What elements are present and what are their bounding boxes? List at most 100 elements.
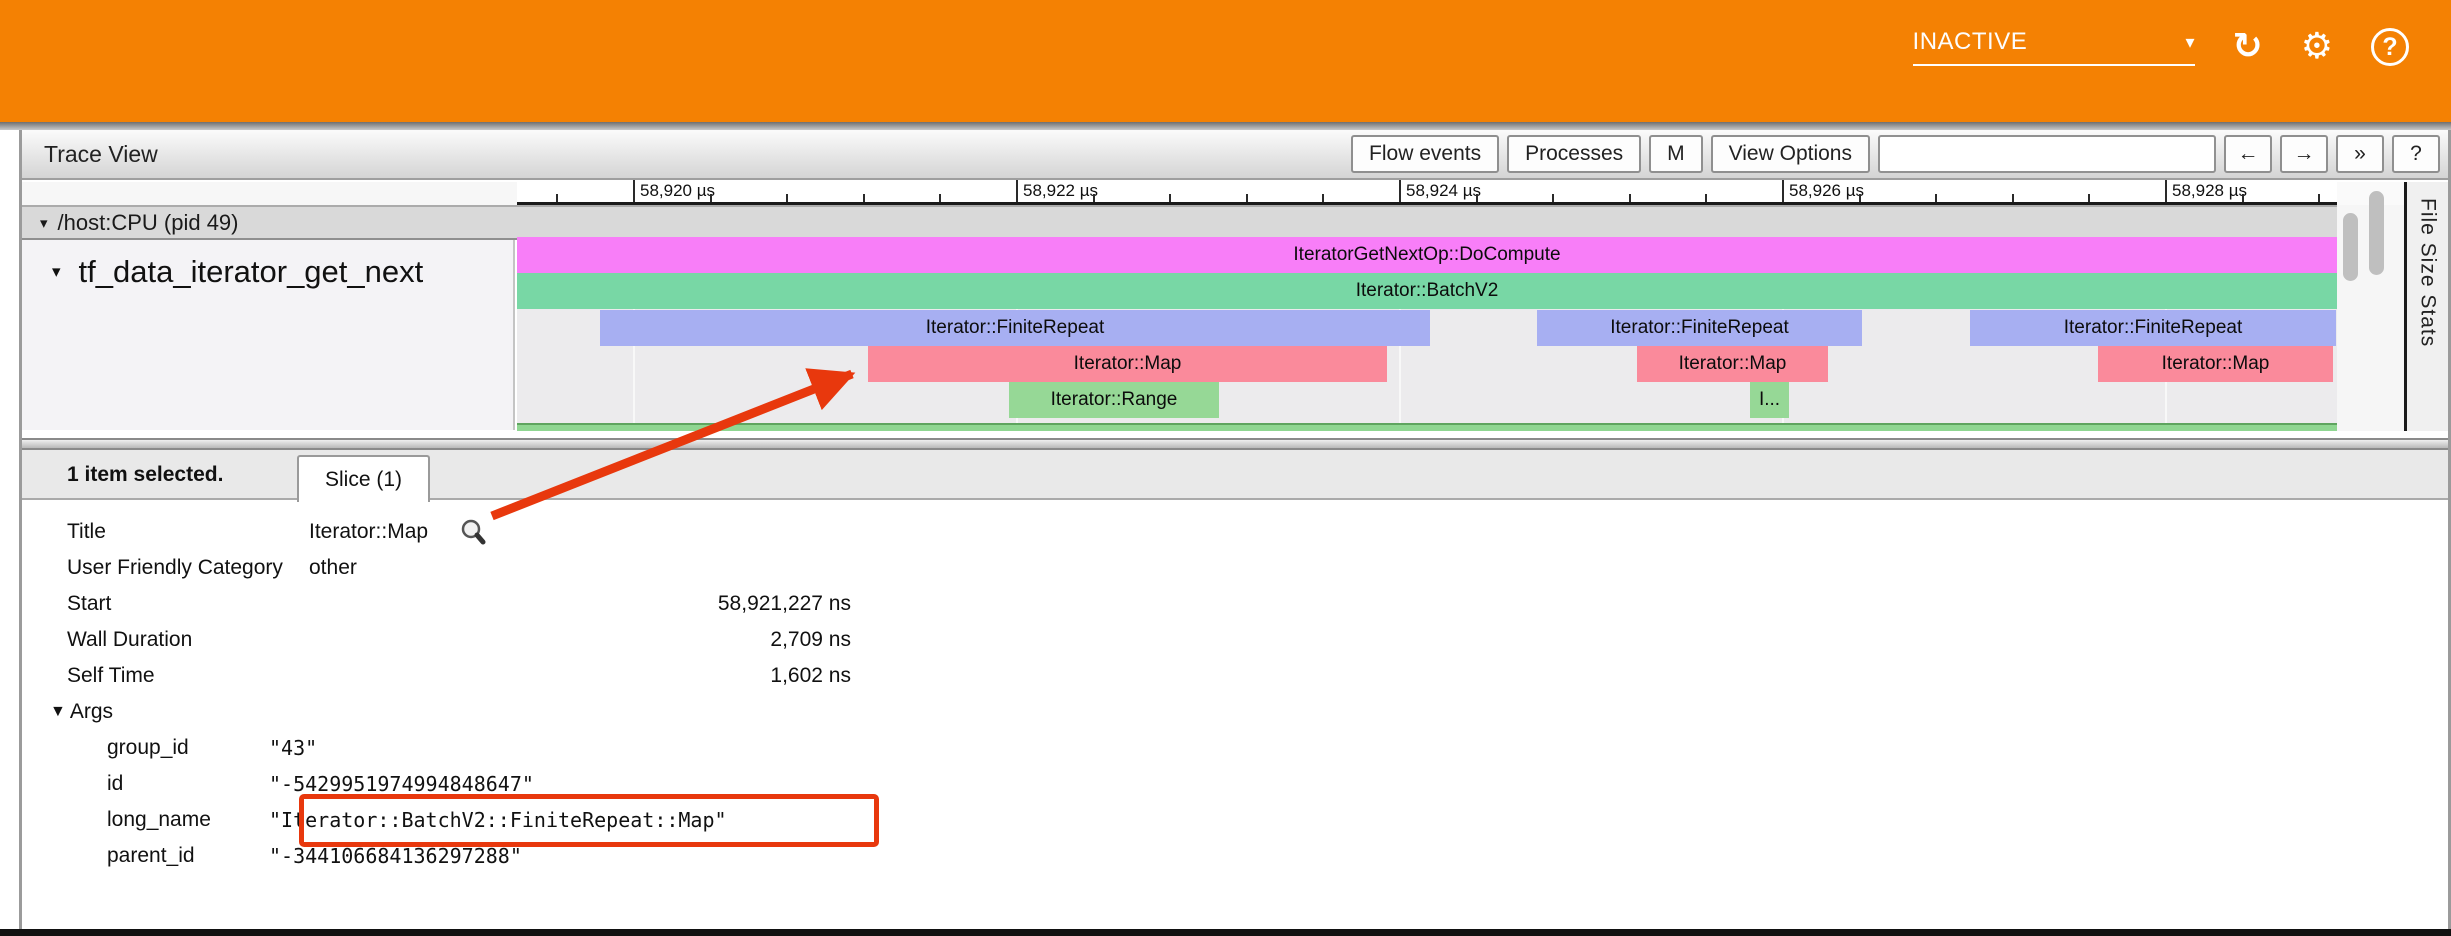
ruler-minor-tick bbox=[1169, 194, 1171, 202]
gear-icon[interactable]: ⚙ bbox=[2301, 29, 2333, 65]
ruler-minor-tick bbox=[863, 194, 865, 202]
help-icon[interactable]: ? bbox=[2371, 28, 2409, 66]
capture-status-value: INACTIVE bbox=[1913, 28, 2028, 56]
trace-slice[interactable]: Iterator::BatchV2 bbox=[517, 273, 2337, 309]
ruler-major-tick bbox=[633, 180, 635, 205]
ruler-minor-tick bbox=[939, 194, 941, 202]
detail-row-wall-duration: Wall Duration 2,709 ns bbox=[22, 622, 2448, 658]
ruler-major-tick bbox=[2165, 180, 2167, 205]
ruler-minor-tick bbox=[710, 194, 712, 202]
ruler-minor-tick bbox=[1859, 194, 1861, 202]
ruler-minor-tick bbox=[2318, 194, 2320, 202]
shortcuts-help-button[interactable]: ? bbox=[2392, 135, 2440, 173]
find-next-button[interactable]: → bbox=[2280, 135, 2328, 173]
vertical-scrollbar-thumb[interactable] bbox=[2343, 213, 2358, 281]
find-input[interactable] bbox=[1878, 135, 2216, 173]
clipped-next-row-strip bbox=[517, 423, 2337, 431]
arg-key: id bbox=[22, 772, 269, 796]
trace-slice[interactable]: I... bbox=[1750, 382, 1789, 418]
ruler-tick-label: 58,928 µs bbox=[2172, 181, 2247, 201]
view-options-button[interactable]: View Options bbox=[1711, 135, 1870, 173]
detail-label: Start bbox=[22, 592, 309, 616]
thread-track-label: ▾ tf_data_iterator_get_next bbox=[52, 254, 513, 290]
process-track-header[interactable]: ▾ /host:CPU (pid 49) X bbox=[22, 205, 2404, 240]
trace-view-toolbar: Trace View Flow events Processes M View … bbox=[22, 130, 2448, 180]
ruler-minor-tick bbox=[1322, 194, 1324, 202]
ruler-minor-tick bbox=[786, 194, 788, 202]
flow-events-button[interactable]: Flow events bbox=[1351, 135, 1499, 173]
process-track-label: ▾ /host:CPU (pid 49) bbox=[40, 210, 239, 236]
arg-key: long_name bbox=[22, 808, 269, 832]
processes-button[interactable]: Processes bbox=[1507, 135, 1641, 173]
thread-name: tf_data_iterator_get_next bbox=[79, 254, 424, 290]
arg-value: "Iterator::BatchV2::FiniteRepeat::Map" bbox=[269, 808, 727, 832]
capture-status-dropdown[interactable]: INACTIVE ▾ bbox=[1913, 28, 2195, 66]
args-label: Args bbox=[70, 700, 113, 724]
args-header: ▼ Args bbox=[22, 700, 113, 724]
slice-details-panel: Title Iterator::Map User Friendly Catego… bbox=[22, 500, 2448, 929]
page-title: Trace View bbox=[44, 141, 158, 168]
process-name: /host:CPU (pid 49) bbox=[58, 210, 239, 236]
trace-slice[interactable]: Iterator::Map bbox=[1637, 346, 1828, 382]
find-previous-button[interactable]: ← bbox=[2224, 135, 2272, 173]
args-header-row[interactable]: ▼ Args bbox=[22, 694, 2448, 730]
trace-slice[interactable]: Iterator::FiniteRepeat bbox=[1970, 310, 2336, 346]
arg-key: group_id bbox=[22, 736, 269, 760]
trace-slice[interactable]: Iterator::Map bbox=[868, 346, 1387, 382]
trace-slice[interactable]: Iterator::Map bbox=[2098, 346, 2333, 382]
thread-track-header[interactable]: ▾ tf_data_iterator_get_next bbox=[22, 240, 515, 430]
detail-label: Self Time bbox=[22, 664, 309, 688]
chevron-down-icon: ▾ bbox=[2186, 32, 2195, 53]
arg-value: "-344106684136297288" bbox=[269, 844, 522, 868]
ruler-minor-tick bbox=[2012, 194, 2014, 202]
app-header-bar: INACTIVE ▾ ↻ ⚙ ? bbox=[0, 0, 2451, 122]
ruler-tick-label: 58,920 µs bbox=[640, 181, 715, 201]
trace-slice[interactable]: Iterator::Range bbox=[1009, 382, 1219, 418]
timeline-slice-area[interactable]: IteratorGetNextOp::DoComputeIterator::Ba… bbox=[517, 240, 2337, 430]
file-size-stats-tab[interactable]: File Size Stats bbox=[2404, 182, 2448, 431]
window-chrome-divider bbox=[0, 122, 2451, 130]
detail-label: Wall Duration bbox=[22, 628, 309, 652]
scrollbar-zone bbox=[2337, 205, 2404, 431]
tab-slice[interactable]: Slice (1) bbox=[297, 455, 430, 502]
ruler-minor-tick bbox=[556, 194, 558, 202]
collapse-triangle-icon[interactable]: ▾ bbox=[52, 262, 61, 282]
panel-splitter-handle[interactable] bbox=[22, 438, 2448, 450]
ruler-major-tick bbox=[1399, 180, 1401, 205]
selection-summary-text: 1 item selected. bbox=[67, 463, 223, 487]
ruler-left-gutter bbox=[22, 182, 517, 205]
ruler-minor-tick bbox=[1476, 194, 1478, 202]
ruler-minor-tick bbox=[1629, 194, 1631, 202]
vertical-scrollbar-thumb[interactable] bbox=[2369, 191, 2384, 275]
ruler-minor-tick bbox=[1552, 194, 1554, 202]
trace-slice[interactable]: IteratorGetNextOp::DoCompute bbox=[517, 237, 2337, 273]
refresh-icon[interactable]: ↻ bbox=[2233, 29, 2263, 65]
trace-slice[interactable]: Iterator::FiniteRepeat bbox=[1537, 310, 1862, 346]
ruler-minor-tick bbox=[1093, 194, 1095, 202]
metadata-button[interactable]: M bbox=[1649, 135, 1703, 173]
detail-value: 2,709 ns bbox=[309, 628, 851, 652]
trace-slice[interactable]: Iterator::FiniteRepeat bbox=[600, 310, 1430, 346]
ruler-tick-label: 58,922 µs bbox=[1023, 181, 1098, 201]
search-icon[interactable] bbox=[460, 518, 486, 546]
ruler-minor-tick bbox=[1705, 194, 1707, 202]
ruler-minor-tick bbox=[1246, 194, 1248, 202]
detail-value: other bbox=[309, 556, 357, 580]
ruler-minor-tick bbox=[2088, 194, 2090, 202]
detail-value: 1,602 ns bbox=[309, 664, 851, 688]
collapse-triangle-icon: ▼ bbox=[50, 703, 66, 721]
ruler-major-tick bbox=[1016, 180, 1018, 205]
ruler-tick-label: 58,924 µs bbox=[1406, 181, 1481, 201]
detail-value: Iterator::Map bbox=[309, 520, 428, 544]
expand-results-button[interactable]: » bbox=[2336, 135, 2384, 173]
detail-label: User Friendly Category bbox=[22, 556, 309, 580]
collapse-triangle-icon[interactable]: ▾ bbox=[40, 214, 48, 232]
arg-row-long-name: long_name "Iterator::BatchV2::FiniteRepe… bbox=[22, 802, 2448, 838]
detail-row-self-time: Self Time 1,602 ns bbox=[22, 658, 2448, 694]
arg-row-parent-id: parent_id "-344106684136297288" bbox=[22, 838, 2448, 874]
timeline-ruler[interactable]: 58,920 µs58,922 µs58,924 µs58,926 µs58,9… bbox=[517, 180, 2337, 205]
file-size-stats-label: File Size Stats bbox=[2416, 198, 2440, 431]
trace-viewer-app: INACTIVE ▾ ↻ ⚙ ? Trace View Flow events … bbox=[0, 0, 2451, 936]
detail-row-category: User Friendly Category other bbox=[22, 550, 2448, 586]
detail-row-title: Title Iterator::Map bbox=[22, 514, 2448, 550]
